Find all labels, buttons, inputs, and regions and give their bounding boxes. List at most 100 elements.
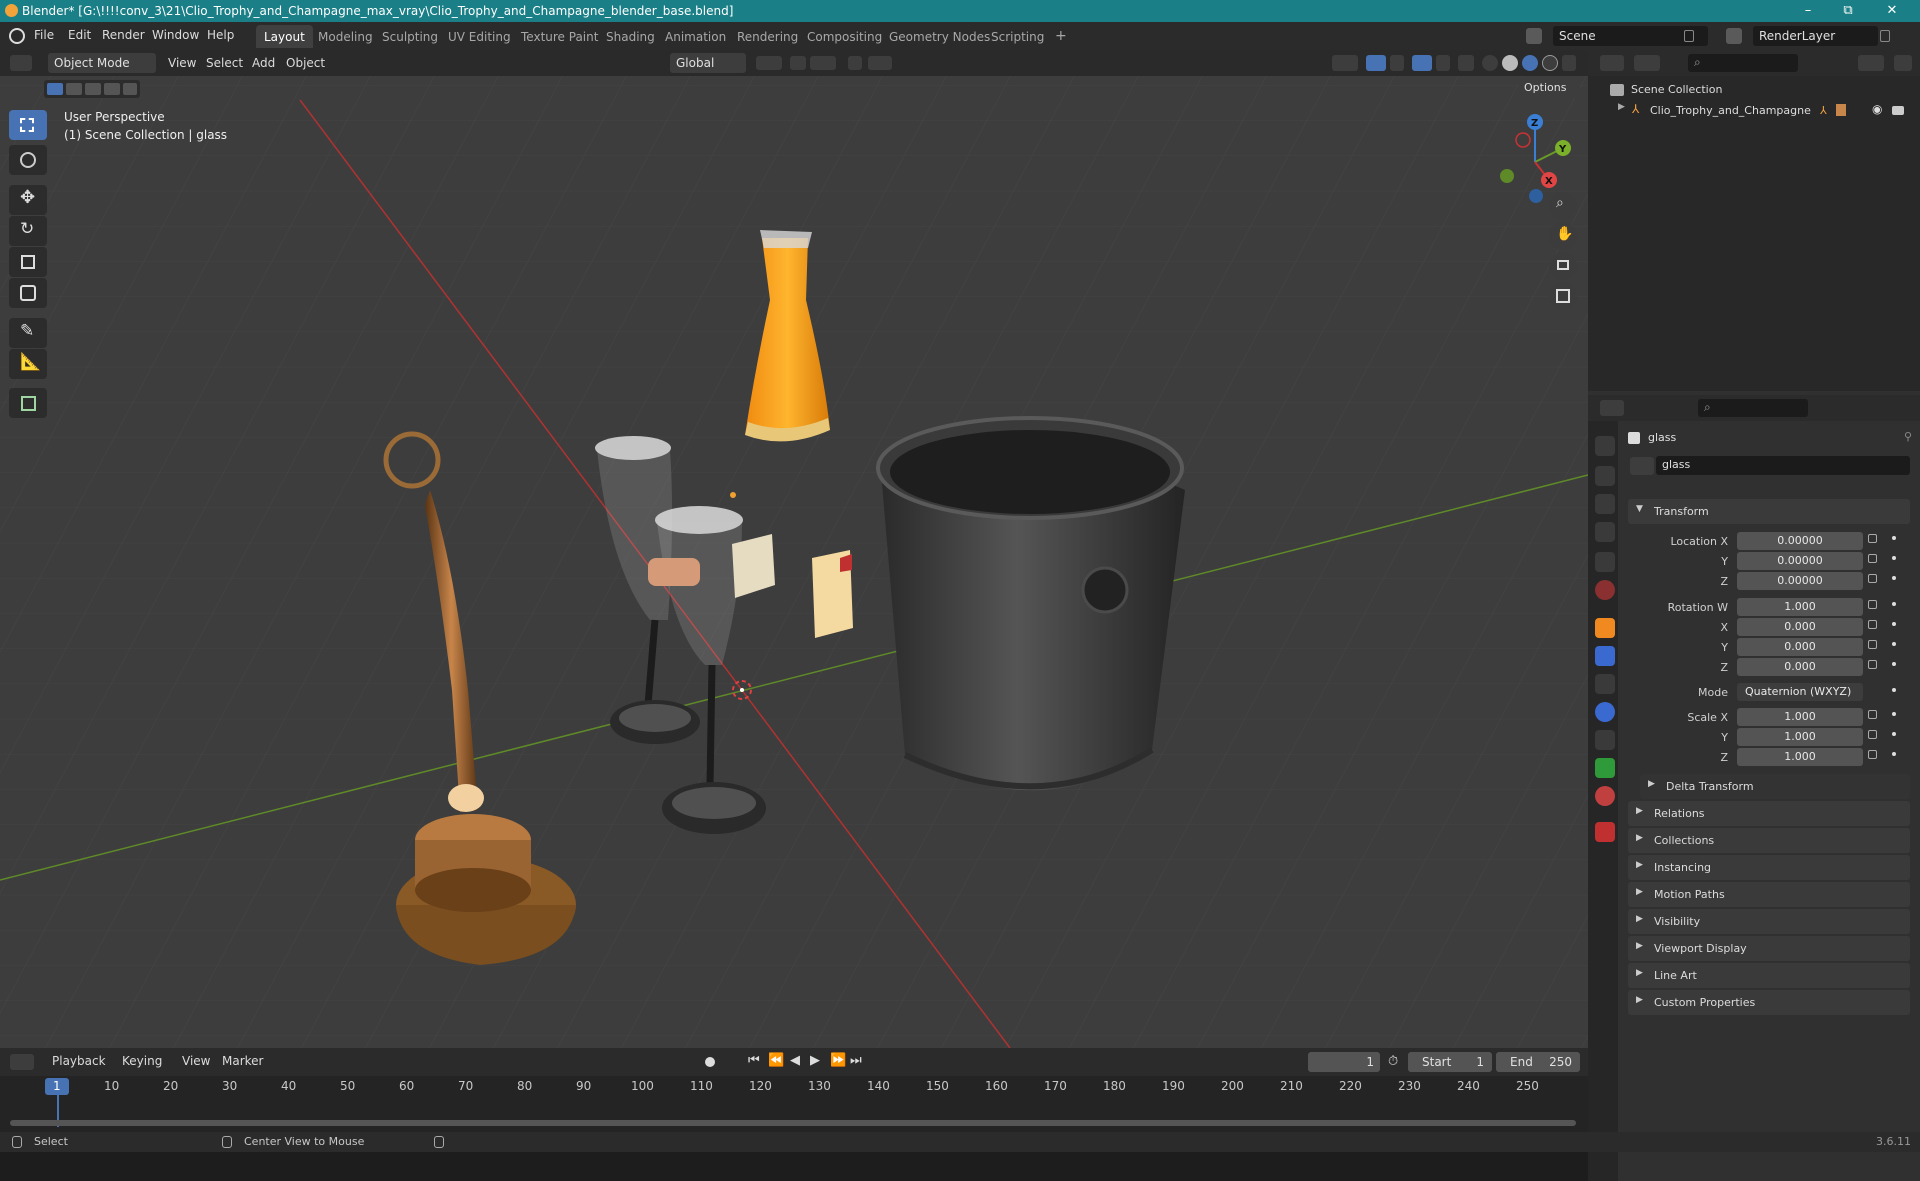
select-subtract-icon[interactable]	[85, 83, 101, 95]
proportional-edit-icon[interactable]	[848, 56, 862, 70]
select-extend-icon[interactable]	[66, 83, 82, 95]
tool-move[interactable]: ✥	[9, 185, 47, 215]
timeline-menu-playback[interactable]: Playback	[46, 1051, 112, 1071]
viewport-options-button[interactable]: Options	[1518, 78, 1580, 98]
pivot-point-icon[interactable]	[756, 56, 782, 70]
tab-geometry-nodes[interactable]: Geometry Nodes	[881, 25, 998, 48]
add-workspace-button[interactable]: +	[1047, 25, 1075, 48]
menu-render[interactable]: Render	[102, 28, 145, 42]
material-tab-icon[interactable]	[1595, 786, 1615, 806]
tool-tab-icon[interactable]	[1595, 436, 1615, 456]
panel-collections[interactable]: ▶ Collections	[1628, 828, 1910, 853]
tool-annotate[interactable]: ✎	[9, 318, 47, 348]
location-z-field[interactable]: 0.00000	[1737, 572, 1863, 590]
menu-help[interactable]: Help	[207, 28, 234, 42]
lock-rotation-w-icon[interactable]	[1868, 600, 1877, 609]
timeline-editor-type-icon[interactable]	[10, 1054, 34, 1070]
panel-custom-properties[interactable]: ▶ Custom Properties	[1628, 990, 1910, 1015]
location-y-field[interactable]: 0.00000	[1737, 552, 1863, 570]
jump-start-icon[interactable]: ⏮	[748, 1053, 760, 1068]
timeline-scrollbar[interactable]	[10, 1120, 1576, 1126]
tab-texture-paint[interactable]: Texture Paint	[513, 25, 606, 48]
cork[interactable]	[648, 558, 700, 586]
keyframe-dot-icon[interactable]	[1892, 556, 1896, 560]
gizmo-dropdown-icon[interactable]	[1390, 55, 1404, 71]
new-view-layer-icon[interactable]	[1880, 30, 1890, 42]
camera-render-icon[interactable]	[1892, 106, 1904, 115]
xray-toggle-icon[interactable]	[1458, 55, 1474, 71]
tab-modeling[interactable]: Modeling	[310, 25, 381, 48]
tab-shading[interactable]: Shading	[598, 25, 663, 48]
shading-rendered-icon[interactable]	[1542, 55, 1558, 71]
physics-tab-icon[interactable]	[1595, 702, 1615, 722]
keyframe-dot-icon[interactable]	[1892, 712, 1896, 716]
lock-scale-x-icon[interactable]	[1868, 710, 1877, 719]
menu-file[interactable]: File	[34, 28, 54, 42]
scene-tab-icon[interactable]	[1595, 552, 1615, 572]
shading-material-icon[interactable]	[1522, 55, 1538, 71]
tab-scripting[interactable]: Scripting	[983, 25, 1052, 48]
timeline-menu-marker[interactable]: Marker	[216, 1051, 269, 1071]
constraints-tab-icon[interactable]	[1595, 730, 1615, 750]
tab-compositing[interactable]: Compositing	[799, 25, 890, 48]
tab-layout[interactable]: Layout	[256, 25, 313, 48]
viewport-menu-view[interactable]: View	[162, 53, 202, 73]
render-tab-icon[interactable]	[1595, 466, 1615, 486]
panel-instancing[interactable]: ▶ Instancing	[1628, 855, 1910, 880]
overlays-dropdown-icon[interactable]	[1436, 55, 1450, 71]
camera-view-button[interactable]	[1549, 252, 1577, 280]
tool-transform[interactable]	[9, 278, 47, 308]
maximize-button[interactable]: ⧉	[1828, 2, 1868, 20]
object-tab-icon[interactable]	[1595, 618, 1615, 638]
play-reverse-icon[interactable]: ◀	[790, 1053, 800, 1068]
tool-scale[interactable]	[9, 247, 47, 277]
outliner-scene-collection[interactable]: Scene Collection	[1631, 83, 1722, 96]
tab-uv-editing[interactable]: UV Editing	[440, 25, 519, 48]
select-new-icon[interactable]	[47, 83, 63, 95]
keyframe-dot-icon[interactable]	[1892, 622, 1896, 626]
transform-orientation-dropdown[interactable]: Global	[670, 53, 746, 73]
perspective-toggle-button[interactable]	[1549, 282, 1577, 310]
output-tab-icon[interactable]	[1595, 494, 1615, 514]
keyframe-dot-icon[interactable]	[1892, 536, 1896, 540]
keyframe-dot-icon[interactable]	[1892, 602, 1896, 606]
object-type-icon[interactable]	[1630, 457, 1654, 475]
scale-z-field[interactable]: 1.000	[1737, 748, 1863, 766]
start-frame-field[interactable]: Start 1	[1408, 1052, 1492, 1072]
menu-edit[interactable]: Edit	[68, 28, 91, 42]
pin-icon[interactable]: ⚲	[1904, 430, 1912, 443]
panel-visibility[interactable]: ▶ Visibility	[1628, 909, 1910, 934]
shading-wireframe-icon[interactable]	[1482, 55, 1498, 71]
tool-measure[interactable]: 📐	[9, 349, 47, 379]
snap-icon[interactable]	[790, 56, 806, 70]
lock-rotation-y-icon[interactable]	[1868, 640, 1877, 649]
new-scene-icon[interactable]	[1684, 30, 1694, 42]
keyframe-dot-icon[interactable]	[1892, 688, 1896, 692]
outliner-editor-type-icon[interactable]	[1600, 55, 1624, 71]
outliner-search-input[interactable]: ⌕	[1688, 54, 1798, 72]
ice-bucket[interactable]	[876, 416, 1185, 791]
blender-menu-icon[interactable]	[9, 28, 25, 44]
zoom-button[interactable]: ⌕	[1549, 192, 1577, 220]
current-frame-field[interactable]: 1	[1308, 1052, 1380, 1072]
delta-transform-header[interactable]: ▶ Delta Transform	[1640, 774, 1910, 799]
panel-relations[interactable]: ▶ Relations	[1628, 801, 1910, 826]
viewport-menu-select[interactable]: Select	[200, 53, 249, 73]
outliner-display-mode-icon[interactable]	[1634, 55, 1660, 71]
particles-tab-icon[interactable]	[1595, 674, 1615, 694]
timeline-menu-view[interactable]: View	[176, 1051, 216, 1071]
tool-cursor[interactable]	[9, 145, 47, 175]
auto-keying-icon[interactable]	[705, 1057, 715, 1067]
lock-location-z-icon[interactable]	[1868, 574, 1877, 583]
select-invert-icon[interactable]	[104, 83, 120, 95]
panel-viewport-display[interactable]: ▶ Viewport Display	[1628, 936, 1910, 961]
tab-rendering[interactable]: Rendering	[729, 25, 806, 48]
gizmo-toggle-icon[interactable]	[1366, 55, 1386, 71]
keyframe-dot-icon[interactable]	[1892, 576, 1896, 580]
tool-select-box[interactable]	[9, 110, 47, 140]
minimize-button[interactable]: –	[1788, 2, 1828, 20]
falloff-icon[interactable]	[868, 56, 892, 70]
location-x-field[interactable]: 0.00000	[1737, 532, 1863, 550]
outliner-filter-icon[interactable]	[1858, 55, 1884, 71]
object-mode-dropdown[interactable]: Object Mode	[48, 53, 156, 73]
